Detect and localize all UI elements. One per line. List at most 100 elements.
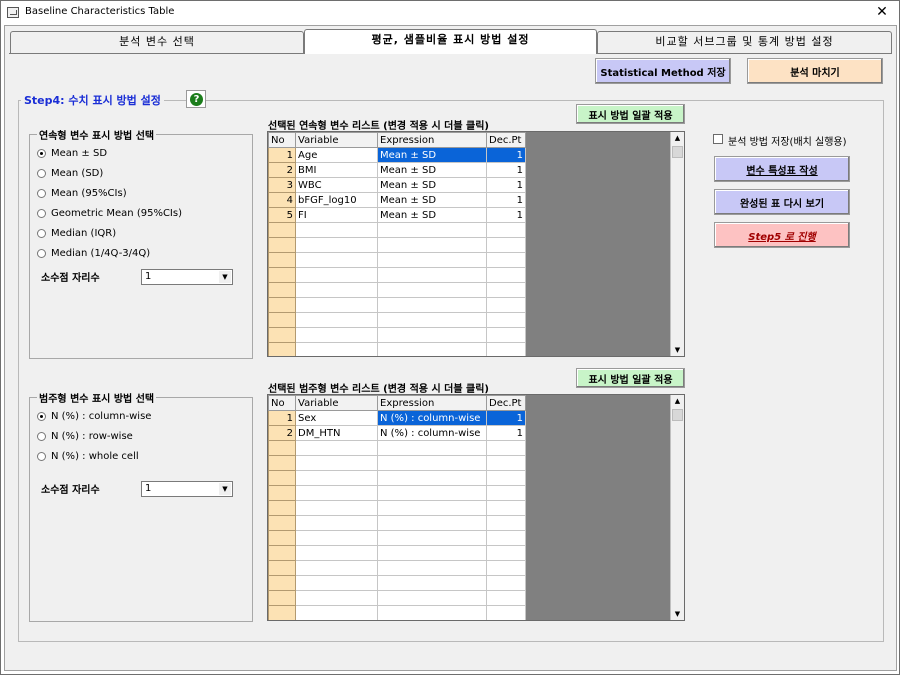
table-row[interactable] (268, 605, 526, 620)
variable-cell[interactable] (295, 327, 378, 343)
continuous-option-4[interactable]: Median (IQR) (37, 228, 116, 239)
table-row[interactable] (268, 222, 526, 238)
table-row[interactable]: 1 Sex N (%) : column-wise 1 (268, 410, 526, 426)
decimal-cell[interactable]: 1 (486, 410, 526, 426)
decimal-cell[interactable] (486, 342, 526, 356)
expression-cell[interactable] (377, 267, 487, 283)
table-row[interactable] (268, 312, 526, 328)
variable-cell[interactable] (295, 605, 378, 620)
table-row[interactable] (268, 575, 526, 591)
categorical-apply-all-button[interactable]: 표시 방법 일괄 적용 (576, 368, 685, 388)
column-header-variable[interactable]: Variable (295, 132, 378, 148)
table-row[interactable] (268, 470, 526, 486)
expression-cell[interactable]: Mean ± SD (377, 147, 487, 163)
view-table-button[interactable]: 완성된 표 다시 보기 (714, 189, 850, 215)
table-row[interactable] (268, 545, 526, 561)
column-header-variable[interactable]: Variable (295, 395, 378, 411)
decimal-cell[interactable] (486, 605, 526, 620)
batch-save-checkbox[interactable] (713, 134, 723, 144)
scroll-down-icon[interactable]: ▼ (671, 608, 684, 620)
variable-cell[interactable] (295, 342, 378, 356)
chevron-down-icon[interactable]: ▼ (219, 271, 231, 283)
table-row[interactable] (268, 282, 526, 298)
decimal-cell[interactable] (486, 575, 526, 591)
expression-cell[interactable] (377, 455, 487, 471)
decimal-cell[interactable] (486, 327, 526, 343)
column-header-expression[interactable]: Expression (377, 132, 487, 148)
decimal-cell[interactable] (486, 560, 526, 576)
continuous-option-5[interactable]: Median (1/4Q-3/4Q) (37, 248, 150, 259)
table-row[interactable] (268, 440, 526, 456)
table-row[interactable] (268, 237, 526, 253)
expression-cell[interactable] (377, 282, 487, 298)
continuous-radio-1[interactable] (37, 169, 46, 178)
close-icon[interactable]: ✕ (873, 3, 891, 21)
column-header-decimal[interactable]: Dec.Pt (486, 132, 526, 148)
expression-cell[interactable] (377, 485, 487, 501)
decimal-cell[interactable] (486, 545, 526, 561)
help-button[interactable]: ? (186, 90, 206, 108)
expression-cell[interactable]: N (%) : column-wise (377, 425, 487, 441)
variable-cell[interactable] (295, 560, 378, 576)
variable-cell[interactable] (295, 590, 378, 606)
tab-variable-selection[interactable]: 분석 변수 선택 (10, 31, 304, 53)
decimal-cell[interactable] (486, 252, 526, 268)
categorical-option-0[interactable]: N (%) : column-wise (37, 411, 151, 422)
scroll-up-icon[interactable]: ▲ (671, 132, 684, 144)
decimal-cell[interactable]: 1 (486, 162, 526, 178)
expression-cell[interactable] (377, 530, 487, 546)
decimal-cell[interactable] (486, 237, 526, 253)
variable-cell[interactable] (295, 575, 378, 591)
variable-cell[interactable] (295, 297, 378, 313)
variable-cell[interactable] (295, 312, 378, 328)
continuous-radio-3[interactable] (37, 209, 46, 218)
scroll-down-icon[interactable]: ▼ (671, 344, 684, 356)
continuous-option-2[interactable]: Mean (95%CIs) (37, 188, 127, 199)
variable-cell[interactable] (295, 222, 378, 238)
variable-cell[interactable] (295, 515, 378, 531)
create-table-button[interactable]: 변수 특성표 작성 (714, 156, 850, 182)
decimal-cell[interactable] (486, 222, 526, 238)
continuous-radio-0[interactable] (37, 149, 46, 158)
tab-subgroup-statistics[interactable]: 비교할 서브그룹 및 통계 방법 설정 (597, 31, 892, 53)
variable-cell[interactable]: WBC (295, 177, 378, 193)
variable-cell[interactable]: DM_HTN (295, 425, 378, 441)
categorical-option-1[interactable]: N (%) : row-wise (37, 431, 133, 442)
column-header-expression[interactable]: Expression (377, 395, 487, 411)
variable-cell[interactable]: Age (295, 147, 378, 163)
table-row[interactable] (268, 530, 526, 546)
variable-cell[interactable] (295, 237, 378, 253)
expression-cell[interactable] (377, 312, 487, 328)
variable-cell[interactable] (295, 252, 378, 268)
decimal-cell[interactable] (486, 470, 526, 486)
expression-cell[interactable] (377, 545, 487, 561)
continuous-radio-2[interactable] (37, 189, 46, 198)
table-row[interactable]: 2 DM_HTN N (%) : column-wise 1 (268, 425, 526, 441)
continuous-option-1[interactable]: Mean (SD) (37, 168, 103, 179)
variable-cell[interactable] (295, 455, 378, 471)
column-header-no[interactable]: No (268, 395, 296, 411)
table-row[interactable] (268, 342, 526, 356)
table-row[interactable] (268, 252, 526, 268)
expression-cell[interactable] (377, 470, 487, 486)
variable-cell[interactable]: bFGF_log10 (295, 192, 378, 208)
expression-cell[interactable] (377, 297, 487, 313)
table-row[interactable] (268, 515, 526, 531)
column-header-decimal[interactable]: Dec.Pt (486, 395, 526, 411)
variable-cell[interactable]: Sex (295, 410, 378, 426)
scroll-up-icon[interactable]: ▲ (671, 395, 684, 407)
column-header-no[interactable]: No (268, 132, 296, 148)
table-row[interactable]: 3 WBC Mean ± SD 1 (268, 177, 526, 193)
expression-cell[interactable] (377, 222, 487, 238)
continuous-apply-all-button[interactable]: 표시 방법 일괄 적용 (576, 104, 685, 124)
decimal-cell[interactable] (486, 312, 526, 328)
categorical-radio-0[interactable] (37, 412, 46, 421)
variable-cell[interactable] (295, 500, 378, 516)
expression-cell[interactable] (377, 237, 487, 253)
expression-cell[interactable] (377, 515, 487, 531)
table-row[interactable]: 5 FI Mean ± SD 1 (268, 207, 526, 223)
decimal-cell[interactable] (486, 297, 526, 313)
decimal-cell[interactable] (486, 590, 526, 606)
expression-cell[interactable]: Mean ± SD (377, 192, 487, 208)
table-row[interactable] (268, 485, 526, 501)
